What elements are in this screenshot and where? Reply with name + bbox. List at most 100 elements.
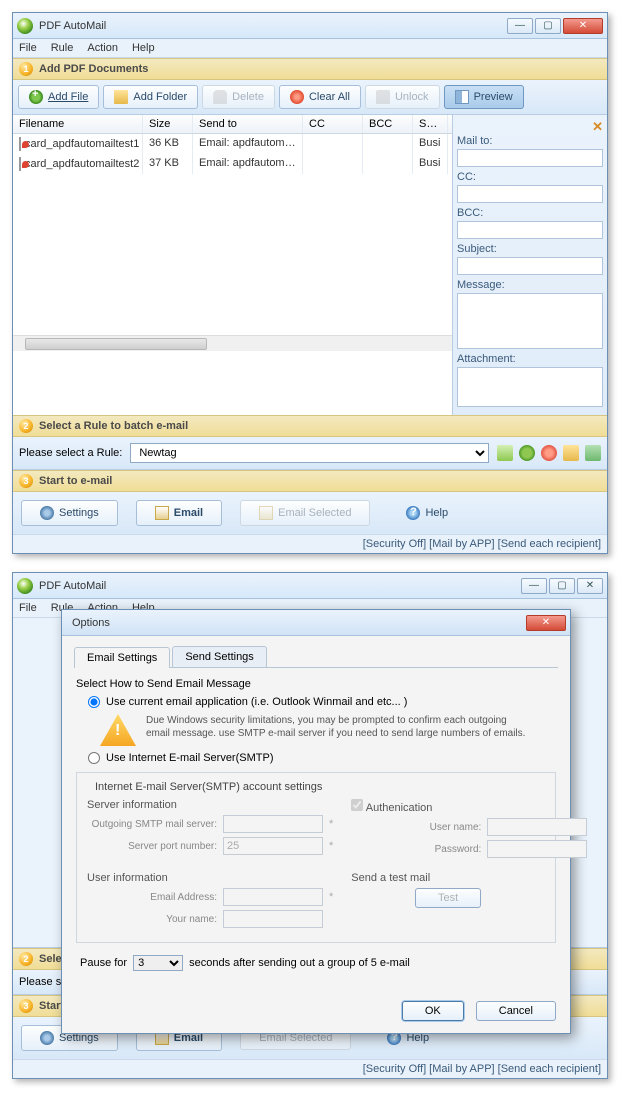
bcc-field[interactable] bbox=[457, 221, 603, 239]
close-button[interactable]: ✕ bbox=[577, 578, 603, 594]
cc-field[interactable] bbox=[457, 185, 603, 203]
attachment-field[interactable] bbox=[457, 367, 603, 407]
close-button[interactable]: ✕ bbox=[563, 18, 603, 34]
radio-smtp-label: Use Internet E-mail Server(SMTP) bbox=[106, 752, 273, 764]
tab-email-settings[interactable]: Email Settings bbox=[74, 647, 170, 668]
app-icon bbox=[17, 578, 33, 594]
test-button[interactable]: Test bbox=[415, 888, 481, 908]
help-button[interactable]: Help bbox=[388, 501, 466, 525]
add-folder-button[interactable]: Add Folder bbox=[103, 85, 198, 109]
message-label: Message: bbox=[457, 279, 603, 291]
preview-button[interactable]: Preview bbox=[444, 85, 524, 109]
section-3-header: 3 Start to e-mail bbox=[13, 470, 607, 492]
mail-icon bbox=[259, 506, 273, 520]
section-1-title: Add PDF Documents bbox=[39, 63, 148, 75]
rule-label: Please select a Rule: bbox=[19, 447, 122, 459]
step-3-badge: 3 bbox=[19, 474, 33, 488]
side-close-icon[interactable]: ✕ bbox=[592, 119, 603, 135]
rule-row: Please select a Rule: Newtag bbox=[13, 437, 607, 470]
toolbar: Add File Add Folder Delete Clear All Unl… bbox=[13, 80, 607, 115]
section-2-header: 2 Select a Rule to batch e-mail bbox=[13, 415, 607, 437]
maximize-button[interactable]: ▢ bbox=[535, 18, 561, 34]
file-list[interactable]: Filename Size Send to CC BCC Subj card_a… bbox=[13, 115, 452, 335]
clear-icon bbox=[290, 90, 304, 104]
pause-post-label: seconds after sending out a group of 5 e… bbox=[189, 957, 410, 969]
col-sendto[interactable]: Send to bbox=[193, 115, 303, 133]
horizontal-scrollbar[interactable] bbox=[13, 335, 452, 351]
delete-button[interactable]: Delete bbox=[202, 85, 275, 109]
radio-smtp[interactable] bbox=[88, 752, 100, 764]
rule-new-icon[interactable] bbox=[497, 445, 513, 461]
titlebar[interactable]: PDF AutoMail — ▢ ✕ bbox=[13, 573, 607, 599]
mailto-field[interactable] bbox=[457, 149, 603, 167]
radio-current-app[interactable] bbox=[88, 696, 100, 708]
dialog-title: Options bbox=[66, 617, 526, 629]
dialog-tabs: Email Settings Send Settings bbox=[74, 646, 558, 668]
subject-field[interactable] bbox=[457, 257, 603, 275]
email-addr-label: Email Address: bbox=[87, 892, 217, 903]
port-label: Server port number: bbox=[87, 841, 217, 852]
minimize-button[interactable]: — bbox=[521, 578, 547, 594]
delete-icon bbox=[213, 90, 227, 104]
mailto-label: Mail to: bbox=[457, 135, 603, 147]
minimize-button[interactable]: — bbox=[507, 18, 533, 34]
side-panel: ✕ Mail to: CC: BCC: Subject: Message: At… bbox=[452, 115, 607, 415]
radio-current-app-label: Use current email application (i.e. Outl… bbox=[106, 696, 407, 708]
email-selected-button[interactable]: Email Selected bbox=[240, 500, 370, 526]
col-size[interactable]: Size bbox=[143, 115, 193, 133]
rule-import-icon[interactable] bbox=[563, 445, 579, 461]
bcc-label: BCC: bbox=[457, 207, 603, 219]
col-filename[interactable]: Filename bbox=[13, 115, 143, 133]
ok-button[interactable]: OK bbox=[402, 1001, 464, 1021]
password-label: Password: bbox=[351, 844, 481, 855]
rule-add-icon[interactable] bbox=[519, 445, 535, 461]
cc-label: CC: bbox=[457, 171, 603, 183]
folder-icon bbox=[114, 90, 128, 104]
preview-icon bbox=[455, 90, 469, 104]
menu-file[interactable]: File bbox=[19, 42, 37, 54]
add-file-button[interactable]: Add File bbox=[18, 85, 99, 109]
unlock-button[interactable]: Unlock bbox=[365, 85, 440, 109]
email-button[interactable]: Email bbox=[136, 500, 222, 526]
password-input[interactable] bbox=[487, 840, 587, 858]
menu-file[interactable]: File bbox=[19, 602, 37, 614]
pause-select[interactable]: 3 bbox=[133, 955, 183, 971]
menubar: File Rule Action Help bbox=[13, 39, 607, 58]
col-bcc[interactable]: BCC bbox=[363, 115, 413, 133]
col-cc[interactable]: CC bbox=[303, 115, 363, 133]
menu-action[interactable]: Action bbox=[87, 42, 118, 54]
app-icon bbox=[17, 18, 33, 34]
auth-checkbox[interactable] bbox=[351, 799, 363, 811]
plus-icon bbox=[29, 90, 43, 104]
rule-select[interactable]: Newtag bbox=[130, 443, 489, 463]
your-name-input[interactable] bbox=[223, 910, 323, 928]
smtp-server-input[interactable] bbox=[223, 815, 323, 833]
settings-button[interactable]: Settings bbox=[21, 500, 118, 526]
main-window-1: PDF AutoMail — ▢ ✕ File Rule Action Help… bbox=[12, 12, 608, 554]
dialog-close-button[interactable]: ✕ bbox=[526, 615, 566, 631]
col-subject[interactable]: Subj bbox=[413, 115, 448, 133]
maximize-button[interactable]: ▢ bbox=[549, 578, 575, 594]
attachment-label: Attachment: bbox=[457, 353, 603, 365]
port-input[interactable] bbox=[223, 837, 323, 855]
cancel-button[interactable]: Cancel bbox=[476, 1001, 556, 1021]
rule-export-icon[interactable] bbox=[585, 445, 601, 461]
titlebar[interactable]: PDF AutoMail — ▢ ✕ bbox=[13, 13, 607, 39]
menu-help[interactable]: Help bbox=[132, 42, 155, 54]
tab-send-settings[interactable]: Send Settings bbox=[172, 646, 267, 667]
clear-all-button[interactable]: Clear All bbox=[279, 85, 361, 109]
username-input[interactable] bbox=[487, 818, 587, 836]
rule-delete-icon[interactable] bbox=[541, 445, 557, 461]
menu-rule[interactable]: Rule bbox=[51, 42, 74, 54]
section-3-title: Start to e-mail bbox=[39, 475, 112, 487]
message-field[interactable] bbox=[457, 293, 603, 349]
smtp-fieldset: Internet E-mail Server(SMTP) account set… bbox=[76, 772, 556, 943]
dialog-titlebar[interactable]: Options ✕ bbox=[62, 610, 570, 636]
table-row[interactable]: card_apdfautomailtest2 37 KB Email: apdf… bbox=[13, 154, 452, 174]
test-mail-label: Send a test mail bbox=[351, 872, 545, 884]
table-row[interactable]: card_apdfautomailtest1 36 KB Email: apdf… bbox=[13, 134, 452, 154]
gear-icon bbox=[40, 1031, 54, 1045]
app-title: PDF AutoMail bbox=[39, 580, 521, 592]
file-list-header[interactable]: Filename Size Send to CC BCC Subj bbox=[13, 115, 452, 134]
email-addr-input[interactable] bbox=[223, 888, 323, 906]
